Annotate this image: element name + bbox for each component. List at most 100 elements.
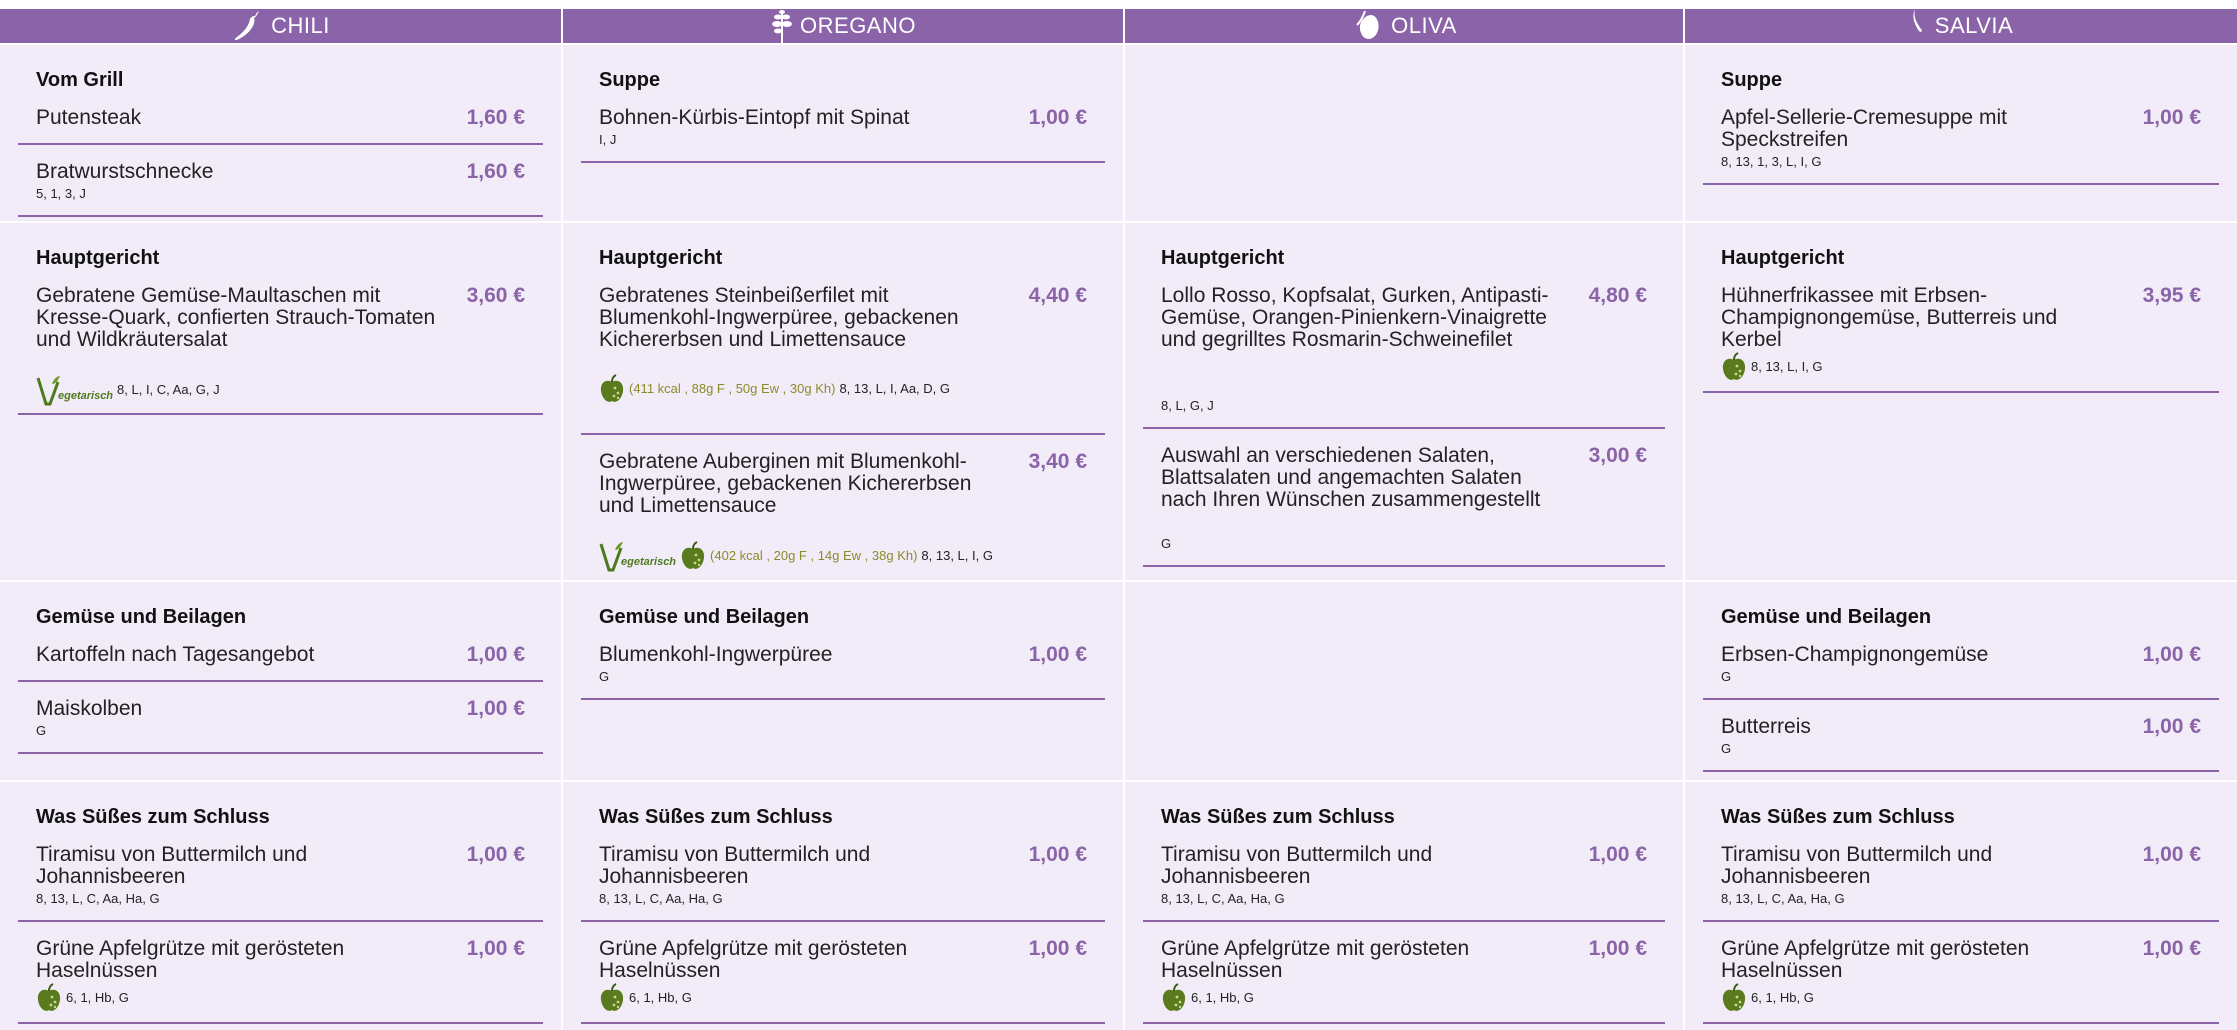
section-title: Was Süßes zum Schluss bbox=[1721, 806, 1955, 828]
item-price: 1,00 € bbox=[2142, 715, 2201, 738]
menu-item: Tiramisu von Buttermilch und Johannisbee… bbox=[581, 844, 1105, 922]
allergen-codes: 8, L, G, J bbox=[1161, 398, 1214, 413]
item-name: Grüne Apfelgrütze mit gerösteten Haselnü… bbox=[1721, 937, 2030, 982]
section-title: Hauptgericht bbox=[599, 247, 723, 269]
item-meta: 8, 13, L, C, Aa, Ha, G bbox=[1721, 889, 2121, 909]
item-price: 1,60 € bbox=[466, 106, 525, 129]
section-title: Was Süßes zum Schluss bbox=[1161, 806, 1395, 828]
section-title: Was Süßes zum Schluss bbox=[36, 806, 270, 828]
allergen-codes: G bbox=[1721, 669, 1732, 684]
apple-icon bbox=[1162, 983, 1186, 1011]
allergen-codes: 6, 1, Hb, G bbox=[1751, 990, 1814, 1005]
menu-cell bbox=[1125, 582, 1683, 780]
allergen-codes: 8, 13, L, I, Aa, D, G bbox=[839, 381, 950, 396]
item-name: Butterreis bbox=[1721, 715, 1811, 738]
item-price: 1,00 € bbox=[2142, 643, 2201, 666]
menu-item: Lollo Rosso, Kopfsalat, Gurken, Antipast… bbox=[1143, 285, 1665, 429]
menu-item: Apfel-Sellerie-Cremesuppe mit Speckstrei… bbox=[1703, 107, 2219, 185]
vegetarian-badge: egetarisch bbox=[36, 374, 113, 406]
item-meta: 8, 13, L, C, Aa, Ha, G bbox=[599, 889, 999, 909]
item-name: Gebratenes Steinbeißerfilet mit Blumenko… bbox=[599, 284, 959, 351]
item-meta: 6, 1, Hb, G bbox=[36, 983, 436, 1013]
menu-item: Hühnerfrikassee mit Erbsen-Champignongem… bbox=[1703, 285, 2219, 393]
menu-cell: Was Süßes zum Schluss Tiramisu von Butter… bbox=[1685, 782, 2237, 1030]
menu-item: Butterreis 1,00 € G bbox=[1703, 716, 2219, 772]
column-header-row: CHILI OREGANO OLIVA SALVIA bbox=[0, 9, 2237, 43]
item-price: 1,00 € bbox=[1028, 937, 1087, 960]
vegetarian-label: egetarisch bbox=[621, 556, 677, 568]
item-name: Hühnerfrikassee mit Erbsen-Champignongem… bbox=[1721, 284, 2058, 351]
allergen-codes: 8, 13, 1, 3, L, I, G bbox=[1721, 154, 1822, 169]
item-price: 3,40 € bbox=[1028, 450, 1087, 473]
item-meta: 8, 13, 1, 3, L, I, G bbox=[1721, 152, 2121, 172]
menu-item: Gebratenes Steinbeißerfilet mit Blumenko… bbox=[581, 285, 1105, 435]
vegetarian-v-icon bbox=[36, 376, 60, 406]
allergen-codes: G bbox=[36, 723, 47, 738]
apple-icon bbox=[1722, 983, 1746, 1011]
item-name: Bratwurstschnecke bbox=[36, 160, 214, 183]
item-name: Grüne Apfelgrütze mit gerösteten Haselnü… bbox=[1161, 937, 1470, 982]
vegetarian-label: egetarisch bbox=[58, 390, 114, 402]
section-title: Hauptgericht bbox=[1161, 247, 1285, 269]
menu-item: Putensteak 1,60 € bbox=[18, 107, 543, 145]
menu-cell: Vom Grill Putensteak 1,60 € Bratwurstschnec… bbox=[0, 45, 561, 221]
apple-icon bbox=[37, 983, 61, 1011]
item-meta: (411 kcal , 88g F , 50g Ew , 30g Kh) 8, 1… bbox=[599, 374, 999, 404]
menu-item: Kartoffeln nach Tagesangebot 1,00 € bbox=[18, 644, 543, 682]
apple-icon bbox=[681, 541, 705, 569]
oregano-icon bbox=[770, 9, 794, 43]
item-name: Grüne Apfelgrütze mit gerösteten Haselnü… bbox=[36, 937, 345, 982]
item-price: 1,00 € bbox=[1588, 843, 1647, 866]
item-name: Tiramisu von Buttermilch und Johannisbee… bbox=[36, 843, 308, 888]
section-title: Vom Grill bbox=[36, 69, 124, 91]
allergen-codes: 8, 13, L, C, Aa, Ha, G bbox=[36, 891, 160, 906]
nutrition-info: (411 kcal , 88g F , 50g Ew , 30g Kh) bbox=[629, 381, 836, 396]
menu-cell: Hauptgericht Gebratenes Steinbeißerfilet … bbox=[563, 223, 1123, 601]
allergen-codes: 8, 13, L, C, Aa, Ha, G bbox=[1161, 891, 1285, 906]
section-title: Gemüse und Beilagen bbox=[599, 606, 810, 628]
menu-cell: Suppe Bohnen-Kürbis-Eintopf mit Spinat 1,0… bbox=[563, 45, 1123, 221]
section-title: Suppe bbox=[599, 69, 661, 91]
menu-cell: Hauptgericht Hühnerfrikassee mit Erbsen-C… bbox=[1685, 223, 2237, 580]
column-title: SALVIA bbox=[1934, 13, 2014, 38]
menu-cell: Was Süßes zum Schluss Tiramisu von Butter… bbox=[1125, 782, 1683, 1030]
allergen-codes: 8, 13, L, C, Aa, Ha, G bbox=[599, 891, 723, 906]
item-price: 3,00 € bbox=[1588, 444, 1647, 467]
menu-item: Bohnen-Kürbis-Eintopf mit Spinat 1,00 € I,… bbox=[581, 107, 1105, 163]
menu-item: Grüne Apfelgrütze mit gerösteten Haselnü… bbox=[1143, 938, 1665, 1024]
menu-cell: Gemüse und Beilagen Blumenkohl-Ingwerpüre… bbox=[563, 582, 1123, 780]
column-title: OLIVA bbox=[1391, 13, 1457, 38]
item-name: Maiskolben bbox=[36, 697, 143, 720]
item-name: Tiramisu von Buttermilch und Johannisbee… bbox=[1161, 843, 1433, 888]
allergen-codes: G bbox=[1721, 741, 1732, 756]
menu-item: Tiramisu von Buttermilch und Johannisbee… bbox=[1703, 844, 2219, 922]
olive-icon bbox=[1351, 9, 1385, 43]
allergen-codes: 8, 13, L, I, G bbox=[921, 548, 993, 563]
item-price: 3,95 € bbox=[2142, 284, 2201, 307]
section-title: Hauptgericht bbox=[36, 247, 160, 269]
item-price: 1,00 € bbox=[2142, 106, 2201, 129]
item-meta: 8, 13, L, C, Aa, Ha, G bbox=[36, 889, 436, 909]
menu-item: Gebratene Auberginen mit Blumenkohl-Ingw… bbox=[581, 451, 1105, 601]
menu-item: Blumenkohl-Ingwerpüree 1,00 € G bbox=[581, 644, 1105, 700]
allergen-codes: 8, L, I, C, Aa, G, J bbox=[117, 382, 220, 397]
item-meta: G bbox=[1721, 667, 2121, 687]
allergen-codes: G bbox=[1161, 536, 1172, 551]
item-price: 1,00 € bbox=[466, 697, 525, 720]
item-name: Blumenkohl-Ingwerpüree bbox=[599, 643, 833, 666]
menu-item: Grüne Apfelgrütze mit gerösteten Haselnü… bbox=[1703, 938, 2219, 1024]
item-price: 1,60 € bbox=[466, 160, 525, 183]
menu-cell bbox=[1125, 45, 1683, 221]
menu-item: Tiramisu von Buttermilch und Johannisbee… bbox=[18, 844, 543, 922]
item-price: 1,00 € bbox=[466, 937, 525, 960]
menu-cell: Hauptgericht Gebratene Gemüse-Maultaschen… bbox=[0, 223, 561, 580]
menu-item: Gebratene Gemüse-Maultaschen mit Kresse-… bbox=[18, 285, 543, 415]
apple-icon bbox=[600, 374, 624, 402]
item-price: 4,40 € bbox=[1028, 284, 1087, 307]
item-meta: I, J bbox=[599, 130, 999, 150]
section-title: Suppe bbox=[1721, 69, 1783, 91]
item-name: Auswahl an verschiedenen Salaten, Blatts… bbox=[1161, 444, 1541, 511]
item-price: 1,00 € bbox=[2142, 843, 2201, 866]
item-name: Apfel-Sellerie-Cremesuppe mit Speckstrei… bbox=[1721, 106, 2007, 151]
item-meta: 6, 1, Hb, G bbox=[1721, 983, 2121, 1013]
